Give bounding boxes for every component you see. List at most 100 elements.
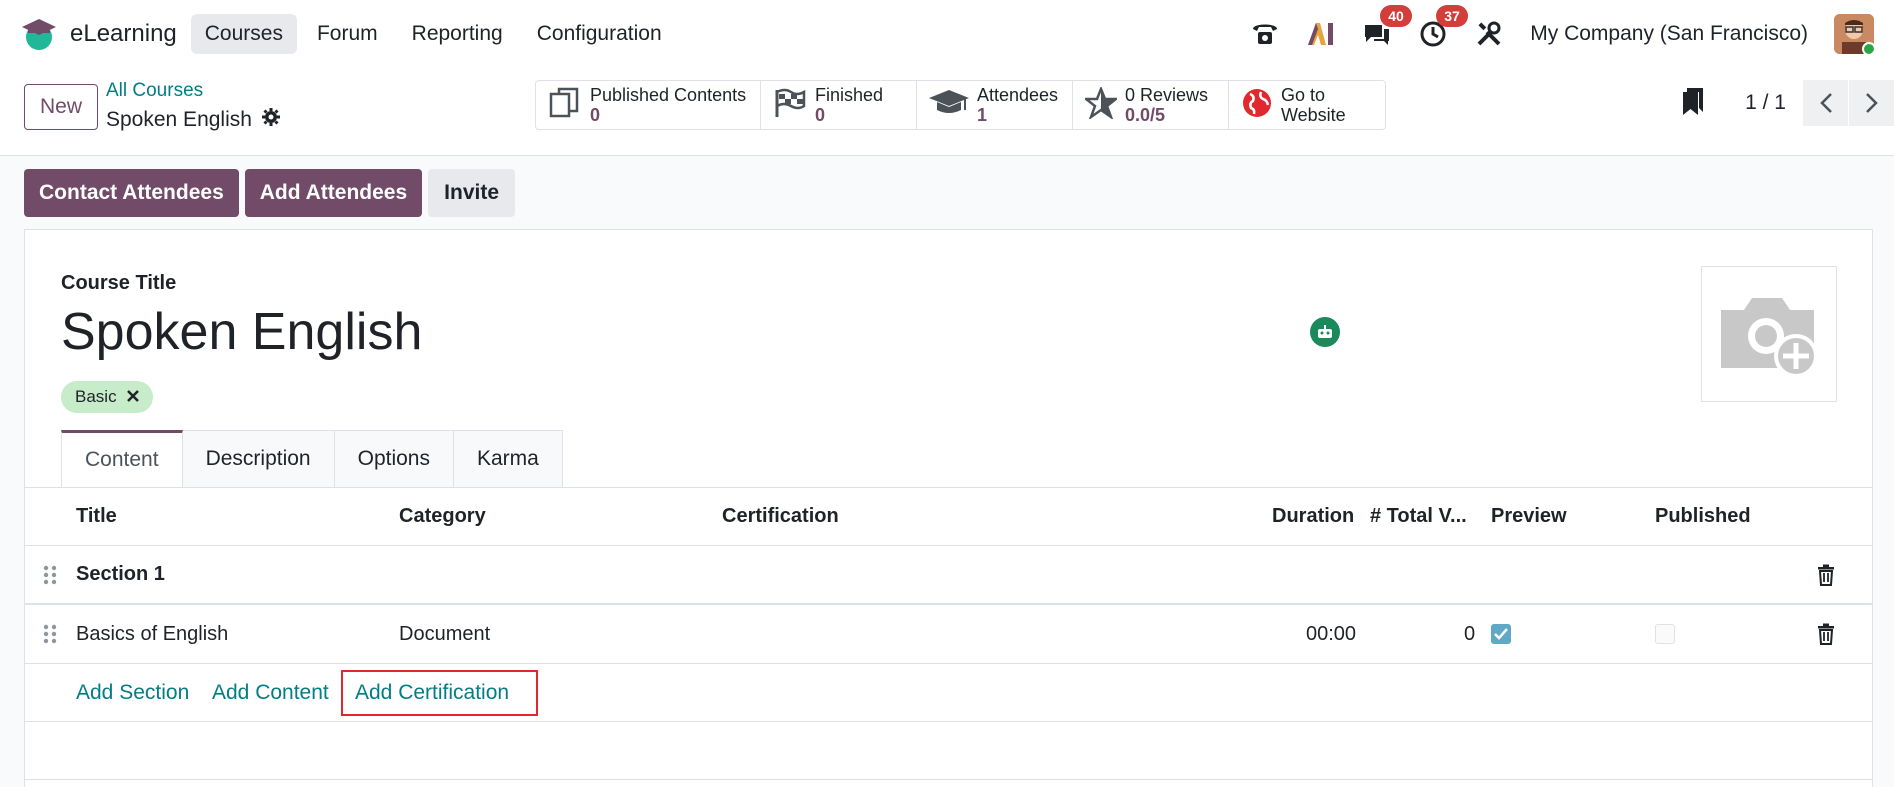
cell-title[interactable]: Basics of English [76, 623, 228, 646]
contact-attendees-button[interactable]: Contact Attendees [24, 169, 239, 217]
tag-label: Basic [75, 387, 117, 406]
course-image-upload[interactable] [1701, 266, 1837, 402]
flag-icon [773, 88, 807, 123]
cell-total-views[interactable]: 0 [1464, 623, 1475, 646]
stat-label: Finished [815, 85, 884, 105]
stat-published-contents[interactable]: Published Contents 0 [536, 81, 761, 129]
section-title[interactable]: Section 1 [76, 563, 165, 586]
highlight-box [341, 670, 538, 716]
stat-label: Attendees [977, 85, 1059, 105]
star-icon [1082, 85, 1120, 124]
form-sheet: Course Title Spoken English Basic Conten… [24, 229, 1873, 787]
menu-courses[interactable]: Courses [190, 14, 297, 54]
robot-icon[interactable] [1310, 317, 1340, 347]
stat-go-to-website[interactable]: Go to Website [1229, 81, 1385, 129]
stat-value: 0 [815, 105, 826, 125]
table-row[interactable]: Basics of English Document 00:00 0 [25, 605, 1872, 664]
top-navbar: eLearning Courses Forum Reporting Config… [0, 0, 1894, 68]
user-avatar[interactable] [1834, 14, 1874, 54]
stat-finished[interactable]: Finished 0 [761, 81, 917, 129]
camera-add-icon [1721, 298, 1818, 378]
control-panel: New All Courses Spoken English Published… [0, 68, 1894, 156]
course-title-label: Course Title [61, 272, 177, 294]
messages-icon[interactable]: 40 [1362, 5, 1412, 49]
cell-category[interactable]: Document [399, 623, 490, 646]
bookmark-icon[interactable] [1681, 86, 1705, 121]
chevron-right-icon [1865, 93, 1878, 113]
graduation-cap-icon [929, 88, 969, 123]
check-icon [1494, 628, 1508, 640]
section-row[interactable]: Section 1 [25, 546, 1872, 605]
column-header-certification[interactable]: Certification [722, 505, 839, 528]
column-header-duration[interactable]: Duration [1272, 505, 1354, 528]
documents-icon [548, 86, 582, 125]
menu-configuration[interactable]: Configuration [523, 14, 676, 54]
published-checkbox[interactable] [1655, 624, 1675, 644]
empty-row [25, 722, 1872, 780]
add-attendees-button[interactable]: Add Attendees [244, 169, 423, 217]
stat-value: 0.0/5 [1125, 105, 1166, 125]
tab-karma[interactable]: Karma [453, 430, 563, 488]
tab-options[interactable]: Options [334, 430, 454, 488]
pager: 1 / 1 [1681, 80, 1894, 126]
header-actions: Contact Attendees Add Attendees Invite [24, 169, 516, 217]
table-header: Title Category Certification Duration # … [25, 488, 1872, 546]
menu-reporting[interactable]: Reporting [398, 14, 517, 54]
add-line-controls: Add Section Add Content Add Certificatio… [25, 664, 1872, 722]
add-section-link[interactable]: Add Section [76, 681, 189, 705]
column-header-preview[interactable]: Preview [1491, 505, 1567, 528]
column-header-category[interactable]: Category [399, 505, 486, 528]
column-header-title[interactable]: Title [76, 505, 117, 528]
systray: 40 37 My Company (San Francisco) [1250, 5, 1874, 54]
column-header-total-views[interactable]: # Total V... [1370, 505, 1467, 528]
cell-duration[interactable]: 00:00 [1306, 623, 1356, 646]
elearning-logo-icon [20, 15, 58, 53]
gear-icon[interactable] [261, 108, 280, 132]
menu-forum[interactable]: Forum [303, 14, 392, 54]
activity-clock-icon[interactable]: 37 [1418, 5, 1468, 49]
stat-attendees[interactable]: Attendees 1 [917, 81, 1073, 129]
main-menu: Courses Forum Reporting Configuration [190, 14, 676, 54]
activities-badge: 37 [1436, 5, 1468, 27]
preview-checkbox[interactable] [1491, 624, 1511, 644]
online-status-dot [1862, 42, 1874, 54]
stat-value: Website [1281, 105, 1346, 125]
breadcrumb-all-courses[interactable]: All Courses [106, 80, 203, 102]
trash-icon[interactable] [1817, 623, 1835, 645]
pager-next-button[interactable] [1848, 80, 1894, 126]
new-button[interactable]: New [24, 84, 98, 130]
notebook-tabs: Content Description Options Karma [61, 430, 563, 488]
app-name: eLearning [70, 20, 177, 47]
breadcrumb-current-label: Spoken English [106, 108, 252, 131]
app-brand[interactable]: eLearning [20, 15, 177, 53]
stat-label: 0 Reviews [1125, 85, 1209, 105]
company-switcher[interactable]: My Company (San Francisco) [1530, 22, 1808, 46]
drag-handle-icon[interactable] [43, 624, 57, 644]
drag-handle-icon[interactable] [43, 565, 57, 585]
tools-icon[interactable] [1474, 19, 1504, 49]
content-table: Title Category Certification Duration # … [25, 487, 1872, 780]
stat-value: 0 [590, 105, 601, 125]
column-header-published[interactable]: Published [1655, 505, 1751, 528]
stat-value: 1 [977, 105, 988, 125]
tab-description[interactable]: Description [182, 430, 335, 488]
trash-icon[interactable] [1817, 564, 1835, 586]
phone-icon[interactable] [1250, 19, 1280, 49]
stat-buttons: Published Contents 0 Finished 0 Attendee… [535, 80, 1386, 130]
add-content-link[interactable]: Add Content [212, 681, 329, 705]
chevron-left-icon [1819, 93, 1832, 113]
close-icon[interactable] [126, 387, 139, 407]
stat-reviews[interactable]: 0 Reviews 0.0/5 [1073, 81, 1229, 129]
pager-counter[interactable]: 1 / 1 [1745, 91, 1786, 115]
course-title-input[interactable]: Spoken English [61, 302, 422, 362]
pager-previous-button[interactable] [1802, 80, 1848, 126]
invite-button[interactable]: Invite [428, 169, 516, 217]
globe-icon [1241, 87, 1273, 124]
ai-icon[interactable] [1306, 19, 1336, 49]
stat-label: Published Contents [590, 85, 747, 105]
messages-badge: 40 [1380, 5, 1412, 27]
tag-basic: Basic [61, 381, 153, 413]
stat-label: Go to [1281, 85, 1326, 105]
tab-content[interactable]: Content [61, 430, 183, 488]
breadcrumb-current: Spoken English [106, 108, 280, 132]
